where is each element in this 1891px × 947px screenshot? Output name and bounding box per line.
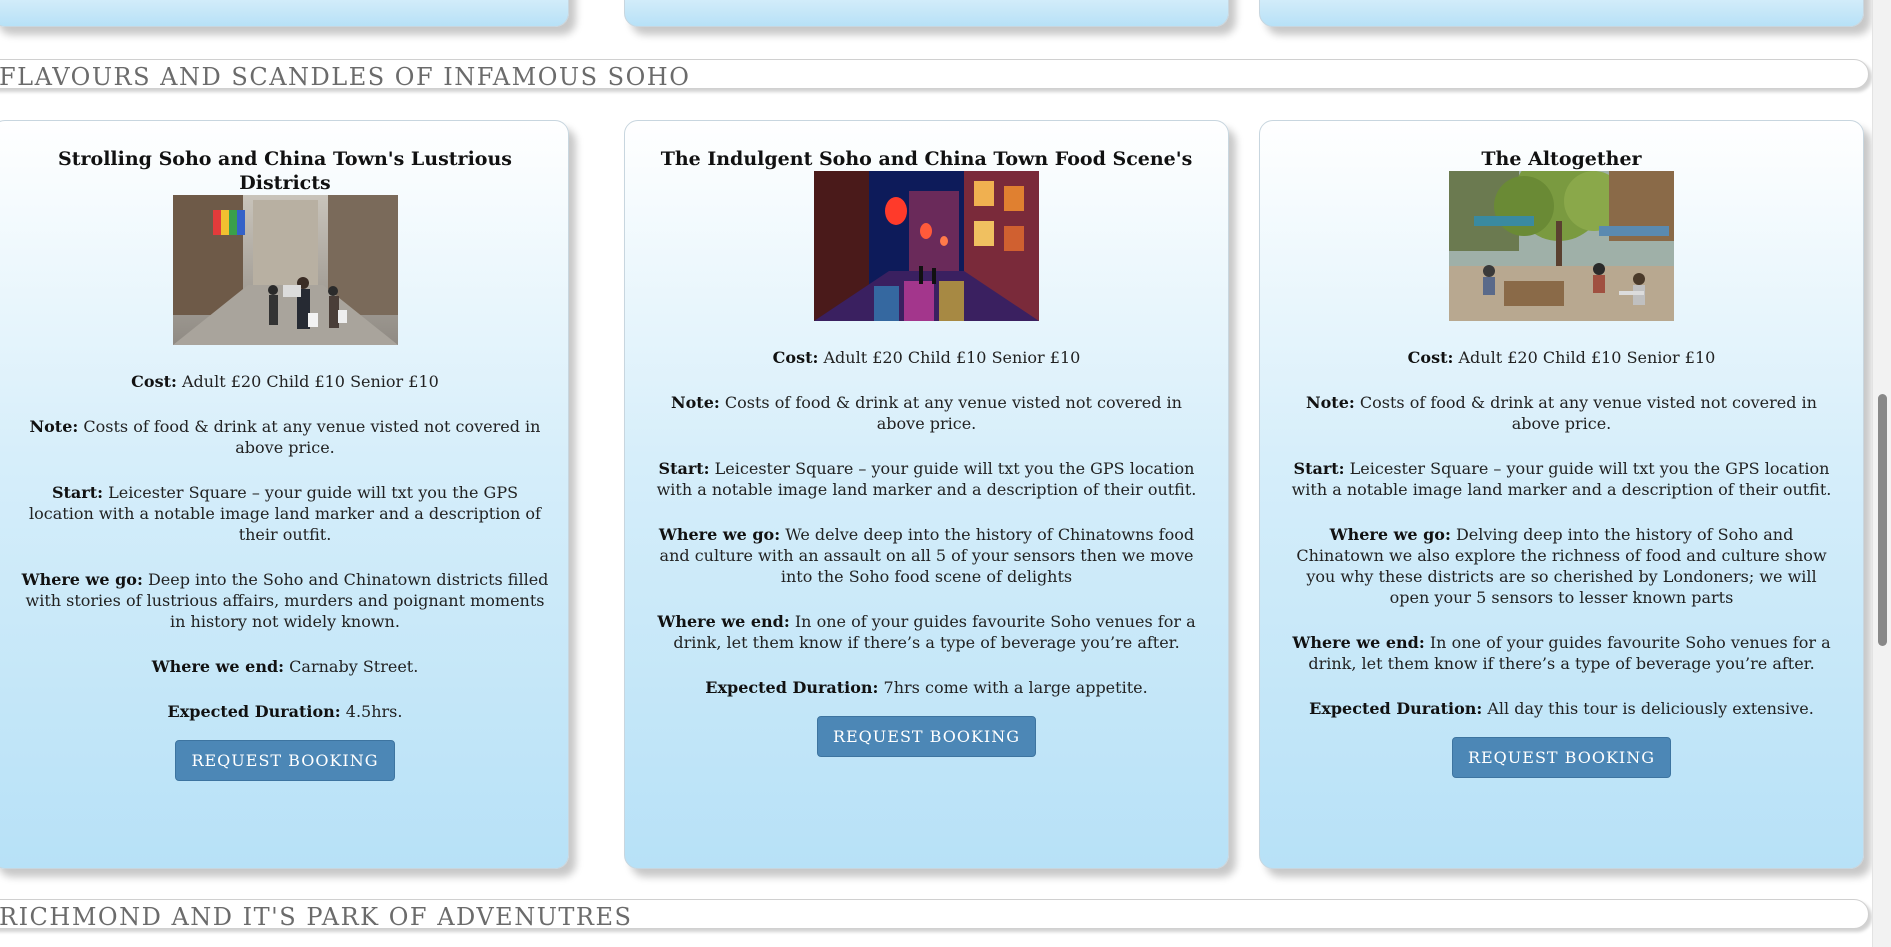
tour-card-altogether: The Altogether Cost: Adult £20 Child £10… (1259, 120, 1864, 869)
tour-image-courtyard (1449, 171, 1674, 321)
note-label: Note: (1306, 393, 1355, 412)
where-we-end-label: Where we end: (1292, 633, 1425, 652)
tour-card-title: The Indulgent Soho and China Town Food S… (660, 148, 1193, 170)
duration-value: 7hrs come with a large appetite. (883, 678, 1148, 697)
cost-label: Cost: (131, 372, 177, 391)
where-we-end-label: Where we end: (151, 657, 285, 676)
tour-card-strolling-soho: Strolling Soho and China Town's Lustriou… (0, 120, 569, 869)
where-we-end-value: Carnaby Street. (289, 657, 419, 676)
where-we-end-label: Where we end: (657, 612, 790, 631)
cost-value: Adult £20 Child £10 Senior £10 (181, 372, 439, 391)
where-we-go-label: Where we go: (658, 525, 781, 544)
note-label: Note: (671, 393, 720, 412)
request-booking-button[interactable]: REQUEST BOOKING (1451, 737, 1672, 778)
duration-label: Expected Duration: (1309, 699, 1483, 718)
page-content: FLAVOURS AND SCANDLES OF INFAMOUS SOHO S… (0, 0, 1872, 947)
request-booking-button[interactable]: REQUEST BOOKING (816, 716, 1037, 757)
tour-card-food-scene: The Indulgent Soho and China Town Food S… (624, 120, 1229, 869)
start-value: Leicester Square – your guide will txt y… (29, 483, 541, 544)
start-label: Start: (51, 483, 103, 502)
previous-card-3 (1259, 0, 1864, 27)
page-viewport: FLAVOURS AND SCANDLES OF INFAMOUS SOHO S… (0, 0, 1891, 947)
cost-label: Cost: (772, 348, 819, 367)
note-value: Costs of food & drink at any venue viste… (83, 417, 541, 457)
duration-value: 4.5hrs. (345, 702, 403, 721)
cost-label: Cost: (1407, 348, 1454, 367)
tour-image-soho-street (172, 195, 398, 345)
section-title-richmond: RICHMOND AND IT'S PARK OF ADVENUTRES (0, 903, 633, 931)
previous-card-1 (0, 0, 569, 27)
cost-value: Adult £20 Child £10 Senior £10 (1458, 348, 1716, 367)
section-header-soho[interactable]: FLAVOURS AND SCANDLES OF INFAMOUS SOHO (0, 59, 1869, 91)
tour-card-title: Strolling Soho and China Town's Lustriou… (58, 148, 512, 194)
where-we-go-label: Where we go: (21, 570, 143, 589)
where-we-go-label: Where we go: (1329, 525, 1451, 544)
section-title-soho: FLAVOURS AND SCANDLES OF INFAMOUS SOHO (0, 63, 691, 91)
previous-card-2 (624, 0, 1229, 27)
tour-image-chinatown-night (814, 171, 1039, 321)
duration-label: Expected Duration: (167, 702, 341, 721)
scrollbar-thumb[interactable] (1878, 394, 1887, 646)
note-value: Costs of food & drink at any venue viste… (1359, 393, 1817, 433)
section-header-richmond[interactable]: RICHMOND AND IT'S PARK OF ADVENUTRES (0, 899, 1869, 931)
start-label: Start: (658, 459, 710, 478)
duration-label: Expected Duration: (705, 678, 879, 697)
tour-card-title: The Altogether (1481, 148, 1642, 170)
start-value: Leicester Square – your guide will txt y… (1291, 459, 1832, 499)
request-booking-button[interactable]: REQUEST BOOKING (175, 740, 395, 781)
duration-value: All day this tour is deliciously extensi… (1487, 699, 1814, 718)
note-label: Note: (29, 417, 79, 436)
note-value: Costs of food & drink at any venue viste… (724, 393, 1182, 433)
start-value: Leicester Square – your guide will txt y… (656, 459, 1197, 499)
cost-value: Adult £20 Child £10 Senior £10 (823, 348, 1081, 367)
start-label: Start: (1293, 459, 1345, 478)
vertical-scrollbar[interactable] (1872, 0, 1891, 947)
